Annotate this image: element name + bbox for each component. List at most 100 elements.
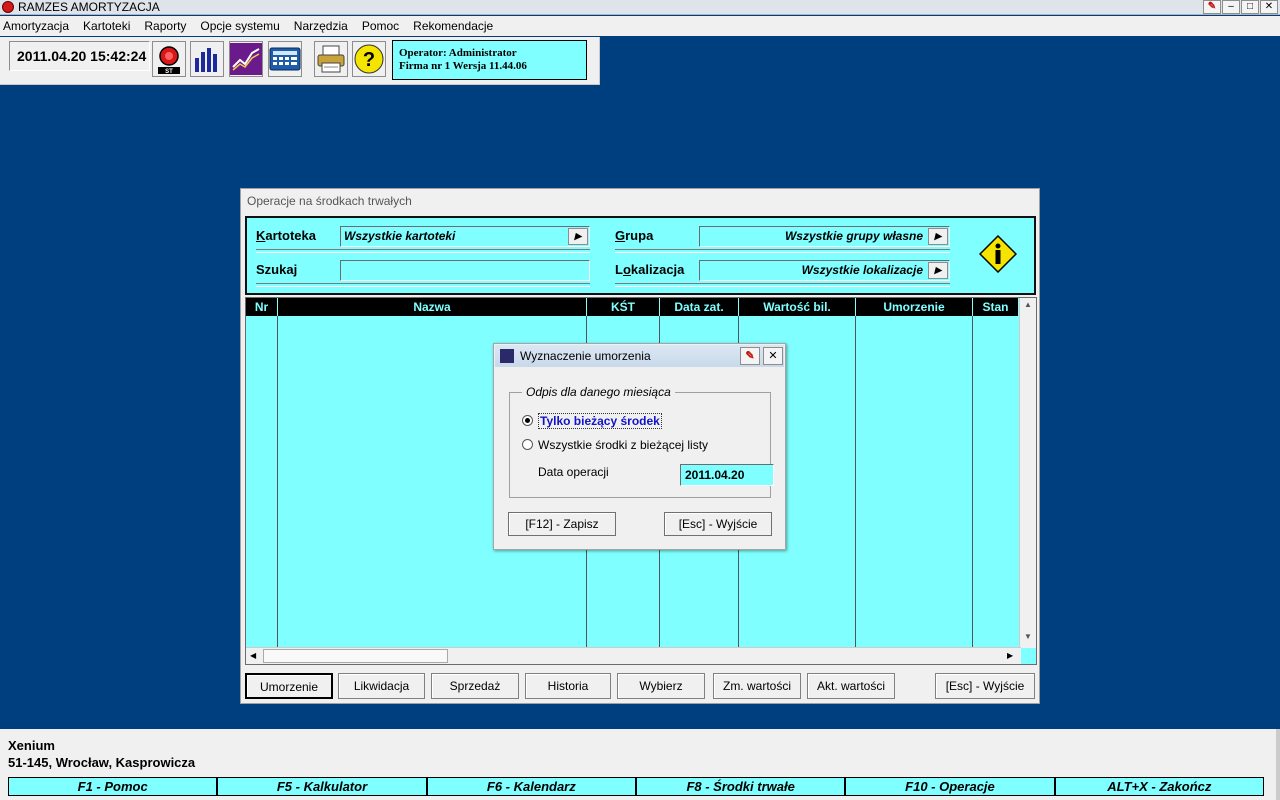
lokalizacja-label-rest: kalizacja [630, 262, 685, 277]
group-legend: Odpis dla danego miesiąca [522, 385, 675, 399]
f8-fixed-assets-key[interactable]: F8 - Środki trwałe [635, 777, 846, 796]
menu-rekomendacje[interactable]: Rekomendacje [413, 19, 493, 33]
toolbar: 2011.04.20 15:42:24 ST ? Operator: Admin… [0, 37, 600, 85]
help-button[interactable]: ? [352, 41, 386, 77]
sprzedaz-button[interactable]: Sprzedaż [431, 673, 519, 699]
grupa-arrow-icon[interactable]: ▶ [928, 228, 948, 245]
datetime-display: 2011.04.20 15:42:24 [9, 41, 150, 71]
radio-all-assets[interactable] [522, 439, 533, 450]
dialog-titlebar: Wyznaczenie umorzenia ✎ ✕ [495, 345, 784, 367]
scroll-up-icon[interactable]: ▲ [1024, 300, 1032, 309]
column-divider [277, 316, 278, 648]
dialog-app-icon [500, 349, 514, 363]
help-icon: ? [354, 44, 384, 74]
grupa-label: Grupa [615, 228, 654, 243]
scroll-down-icon[interactable]: ▼ [1024, 632, 1032, 641]
menu-narzedzia[interactable]: Narzędzia [294, 19, 348, 33]
likwidacja-button[interactable]: Likwidacja [338, 673, 425, 699]
menu-raporty[interactable]: Raporty [144, 19, 186, 33]
search-input[interactable] [340, 260, 590, 281]
info-icon[interactable] [979, 235, 1017, 273]
dialog-close-icon[interactable]: ✕ [763, 347, 783, 365]
menu-amortyzacja[interactable]: Amortyzacja [3, 19, 69, 33]
f5-calculator-key[interactable]: F5 - Kalkulator [217, 777, 427, 796]
radio-all-assets-label[interactable]: Wszystkie środki z bieżącej listy [538, 438, 708, 452]
radio-current-asset-label[interactable]: Tylko bieżący środek [538, 413, 662, 429]
bar-chart-button[interactable] [190, 41, 224, 77]
kartoteka-arrow-icon[interactable]: ▶ [568, 228, 588, 245]
dialog-title: Wyznaczenie umorzenia [520, 349, 651, 363]
dialog-exit-button[interactable]: [Esc] - Wyjście [664, 512, 772, 536]
amortization-dialog: Wyznaczenie umorzenia ✎ ✕ Odpis dla dane… [493, 343, 786, 550]
menu-bar: Amortyzacja Kartoteki Raporty Opcje syst… [0, 16, 1280, 36]
historia-button[interactable]: Historia [525, 673, 611, 699]
pin-icon[interactable]: ✎ [1203, 0, 1221, 14]
app-icon [2, 1, 14, 13]
alt-x-quit-key[interactable]: ALT+X - Zakończ [1054, 777, 1264, 796]
scroll-left-icon[interactable]: ◀ [250, 651, 256, 660]
lokalizacja-value: Wszystkie lokalizacje [801, 263, 923, 277]
column-header-kst[interactable]: KŚT [587, 298, 660, 316]
svg-text:?: ? [363, 49, 375, 71]
grupa-select[interactable]: Wszystkie grupy własne ▶ [699, 226, 950, 247]
calculator-button[interactable] [268, 41, 302, 77]
column-header-nazwa[interactable]: Nazwa [278, 298, 587, 316]
operator-info: Operator: Administrator Firma nr 1 Wersj… [392, 40, 587, 80]
operation-date-input[interactable]: 2011.04.20 [680, 464, 774, 486]
f6-calendar-key[interactable]: F6 - Kalendarz [426, 777, 636, 796]
f10-operations-key[interactable]: F10 - Operacje [845, 777, 1055, 796]
lokalizacja-label: Lokalizacja [615, 262, 685, 277]
wybierz-button[interactable]: Wybierz [617, 673, 705, 699]
period-groupbox: Odpis dla danego miesiąca Tylko bieżący … [509, 385, 774, 498]
exit-button[interactable]: [Esc] - Wyjście [935, 673, 1035, 699]
column-header-stan[interactable]: Stan [973, 298, 1019, 316]
calculator-icon [269, 47, 301, 71]
filter-panel: Kartoteka Wszystkie kartoteki ▶ Szukaj G… [245, 216, 1036, 295]
szukaj-underline [256, 283, 590, 287]
kartoteka-label: Kartoteka [256, 228, 316, 243]
column-header-data-zat[interactable]: Data zat. [660, 298, 739, 316]
minimize-button[interactable]: – [1222, 0, 1240, 14]
company-address: 51-145, Wrocław, Kasprowicza [8, 755, 196, 770]
print-button[interactable] [314, 41, 348, 77]
lokalizacja-select[interactable]: Wszystkie lokalizacje ▶ [699, 260, 950, 281]
kartoteka-select[interactable]: Wszystkie kartoteki ▶ [340, 226, 590, 247]
title-bar: RAMZES AMORTYZACJA ✎ – □ ✕ [0, 0, 1280, 15]
column-divider [855, 316, 856, 648]
umorzenie-button[interactable]: Umorzenie [245, 673, 333, 699]
column-header-umorzenie[interactable]: Umorzenie [856, 298, 973, 316]
fixed-assets-button[interactable]: ST [152, 41, 186, 77]
zm-wartosci-button[interactable]: Zm. wartości [713, 673, 801, 699]
line-chart-button[interactable] [229, 41, 263, 77]
printer-icon [317, 45, 345, 73]
window-title: RAMZES AMORTYZACJA [18, 0, 160, 14]
menu-opcje-systemu[interactable]: Opcje systemu [200, 19, 279, 33]
akt-wartosci-button[interactable]: Akt. wartości [807, 673, 895, 699]
radio-current-asset[interactable] [522, 415, 533, 426]
column-header-nr[interactable]: Nr [246, 298, 278, 316]
maximize-button[interactable]: □ [1241, 0, 1259, 14]
pin-icon[interactable]: ✎ [740, 347, 760, 365]
column-divider [972, 316, 973, 648]
lokalizacja-arrow-icon[interactable]: ▶ [928, 262, 948, 279]
save-button[interactable]: [F12] - Zapisz [508, 512, 616, 536]
column-header-wartosc-bil[interactable]: Wartość bil. [739, 298, 856, 316]
firm-line: Firma nr 1 Wersja 11.44.06 [399, 60, 527, 72]
bar-chart-icon [195, 48, 217, 72]
company-info: Xenium 51-145, Wrocław, Kasprowicza [8, 737, 195, 771]
line-chart-icon [230, 43, 262, 75]
operator-line: Operator: Administrator [399, 47, 517, 59]
horizontal-scrollbar[interactable]: ◀ ▶ [246, 647, 1021, 664]
scroll-right-icon[interactable]: ▶ [1007, 651, 1013, 660]
menu-kartoteki[interactable]: Kartoteki [83, 19, 130, 33]
f1-help-key[interactable]: F1 - Pomoc [8, 777, 218, 796]
menu-pomoc[interactable]: Pomoc [362, 19, 399, 33]
window-controls: ✎ – □ ✕ [1203, 0, 1278, 14]
kartoteka-underline [256, 249, 590, 253]
close-button[interactable]: ✕ [1260, 0, 1278, 14]
horizontal-scroll-thumb[interactable] [263, 649, 448, 663]
operations-window-title: Operacje na środkach trwałych [247, 194, 412, 208]
vertical-scrollbar[interactable]: ▲ ▼ [1019, 298, 1036, 648]
szukaj-label: Szukaj [256, 262, 298, 277]
grupa-underline [615, 249, 950, 253]
